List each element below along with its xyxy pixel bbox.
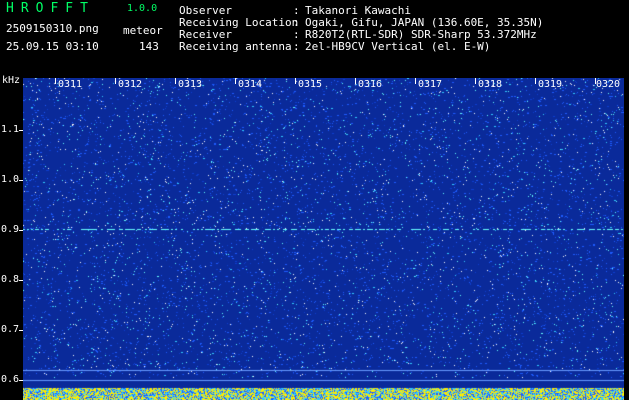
y-tick-mark [19,180,23,181]
y-tick-mark [19,130,23,131]
antenna-colon: : [293,40,300,53]
y-tick-label: 0.8 [1,274,20,285]
x-tick-mark [535,78,536,84]
y-tick-label: 0.7 [1,324,20,335]
x-tick-mark [475,78,476,84]
meteor-label: meteor [123,24,163,37]
antenna-label: Receiving antenna [179,40,292,53]
frequency-unit-label: kHz [2,75,21,86]
x-tick-mark [295,78,296,84]
x-tick-label: 0311 [58,79,83,90]
x-tick-label: 0320 [596,79,621,90]
y-tick-label: 1.1 [1,124,20,135]
y-tick-mark [19,330,23,331]
x-tick-label: 0319 [538,79,563,90]
x-tick-mark [415,78,416,84]
x-tick-label: 0315 [298,79,323,90]
timestamp: 25.09.15 03:10 [6,40,99,53]
x-tick-mark [55,78,56,84]
y-tick-mark [19,230,23,231]
spectrogram-canvas [23,78,624,400]
x-tick-label: 0317 [418,79,443,90]
y-tick-label: 0.6 [1,374,20,385]
x-tick-label: 0316 [358,79,383,90]
y-tick-label: 0.9 [1,224,20,235]
y-tick-mark [19,380,23,381]
file-name: 2509150310.png [6,22,99,35]
x-tick-mark [175,78,176,84]
x-tick-mark [355,78,356,84]
x-tick-label: 0312 [118,79,143,90]
antenna-value: 2el-HB9CV Vertical (el. E-W) [305,40,491,53]
y-tick-label: 1.0 [1,174,20,185]
x-tick-label: 0314 [238,79,263,90]
app-version: 1.0.0 [127,3,158,14]
x-tick-label: 0318 [478,79,503,90]
meteor-count: 143 [139,40,159,53]
y-tick-mark [19,280,23,281]
spectrogram-display [23,78,624,400]
x-tick-mark [115,78,116,84]
x-tick-label: 0313 [178,79,203,90]
app-title: HROFFT [6,1,95,16]
x-tick-mark [235,78,236,84]
